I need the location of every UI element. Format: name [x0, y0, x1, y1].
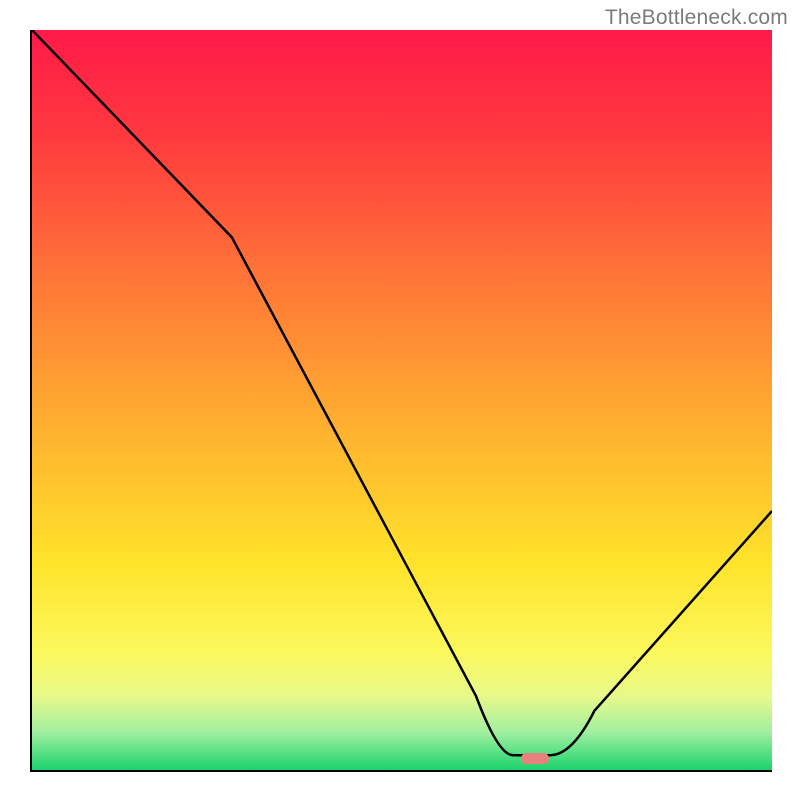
optimal-marker: [521, 753, 549, 764]
plot-area: [30, 30, 772, 772]
bottleneck-curve: [32, 30, 772, 770]
watermark-text: TheBottleneck.com: [605, 6, 788, 30]
chart-container: TheBottleneck.com: [0, 0, 800, 800]
